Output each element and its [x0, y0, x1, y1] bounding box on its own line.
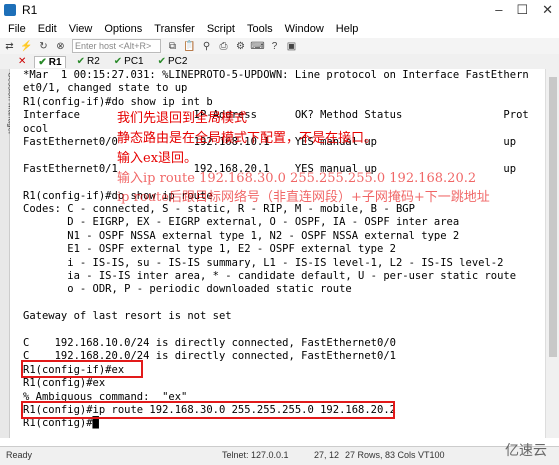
status-connection: Telnet: 127.0.0.1	[222, 450, 289, 460]
terminal-line: R1(config)#ex	[23, 377, 106, 390]
session-manager-panel[interactable]: Session Manager	[0, 69, 16, 438]
maximize-icon[interactable]: ☐	[516, 2, 528, 18]
menu-script[interactable]: Script	[207, 23, 235, 35]
terminal-line: N1 - OSPF NSSA external type 1, N2 - OSP…	[23, 229, 460, 242]
terminal-line: C 192.168.10.0/24 is directly connected,…	[23, 337, 396, 349]
settings-icon[interactable]: ⚙	[235, 41, 246, 52]
terminal-output[interactable]: *Mar 1 00:15:27.031: %LINEPROTO-5-UPDOWN…	[10, 69, 545, 438]
tab-r1[interactable]: ✔ R1	[34, 55, 66, 68]
toolbar: ⇄ ⚡ ↻ ⊗ Enter host <Alt+R> ⧉ 📋 ⚲ ⎙ ⚙ ⌨ ?…	[0, 38, 559, 55]
connect-icon[interactable]: ⇄	[4, 41, 15, 52]
copy-icon[interactable]: ⧉	[167, 41, 178, 52]
annotation-text: ip route后跟目标网络号（非直连网段）+子网掩码+下一跳地址	[117, 190, 490, 205]
terminal-line: o - ODR, P - periodic downloaded static …	[23, 283, 352, 296]
keymap-icon[interactable]: ⌨	[250, 41, 264, 52]
menu-bar: File Edit View Options Transfer Script T…	[0, 20, 559, 38]
close-icon[interactable]: ✕	[542, 2, 553, 18]
terminal-line: Gateway of last resort is not set	[23, 310, 232, 323]
menu-help[interactable]: Help	[336, 23, 359, 35]
scrollbar[interactable]	[545, 69, 559, 438]
reconnect-icon[interactable]: ↻	[38, 41, 49, 52]
disconnect-icon[interactable]: ⊗	[55, 41, 66, 52]
lightning-icon[interactable]: ⚡	[20, 41, 32, 52]
annotation-text: 我们先退回到全局模式	[117, 111, 248, 126]
menu-file[interactable]: File	[8, 23, 26, 35]
annotation-text: 静态路由是在全局模式下配置，不是在接口。	[117, 131, 378, 146]
title-bar: R1 – ☐ ✕	[0, 0, 559, 21]
connected-check-icon: ✔	[113, 56, 123, 67]
terminal-line: D - EIGRP, EX - EIGRP external, O - OSPF…	[23, 216, 460, 229]
terminal-line: i - IS-IS, su - IS-IS summary, L1 - IS-I…	[23, 256, 504, 269]
terminal-line: ocol	[23, 122, 49, 135]
status-terminal-type: VT100	[418, 450, 445, 460]
tab-label: PC2	[168, 56, 188, 67]
connected-check-icon: ✔	[157, 56, 166, 67]
menu-window[interactable]: Window	[285, 23, 324, 35]
terminal-line: et0/1, changed state to up	[23, 82, 188, 95]
find-icon[interactable]: ⚲	[201, 41, 212, 52]
connected-check-icon: ✔	[76, 56, 85, 67]
sftp-icon[interactable]: ▣	[286, 41, 297, 52]
paste-icon[interactable]: 📋	[183, 41, 195, 52]
terminal-line: Codes: C - connected, S - static, R - RI…	[23, 203, 415, 215]
terminal-line: R1(config)#█	[23, 417, 99, 430]
terminal-line: E1 - OSPF external type 1, E2 - OSPF ext…	[23, 243, 396, 256]
tab-r2[interactable]: ✔ R2	[74, 56, 103, 67]
menu-edit[interactable]: Edit	[38, 23, 57, 35]
status-ready: Ready	[6, 450, 33, 460]
status-cursor: 27, 12	[314, 450, 340, 460]
terminal-line: *Mar 1 00:15:27.031: %LINEPROTO-5-UPDOWN…	[23, 69, 529, 81]
tab-pc2[interactable]: ✔ PC2	[155, 56, 191, 67]
print-icon[interactable]: ⎙	[218, 41, 229, 52]
scrollbar-thumb[interactable]	[549, 77, 557, 357]
host-input[interactable]: Enter host <Alt+R>	[72, 39, 161, 53]
connected-check-icon: ✔	[38, 56, 47, 68]
annotation-text: 输入ip route 192.168.30.0 255.255.255.0 19…	[117, 171, 477, 186]
app-icon	[4, 4, 16, 16]
watermark-logo: 亿速云	[505, 443, 547, 459]
status-bar: Ready Telnet: 127.0.0.1 27, 12 27 Rows, …	[0, 446, 559, 465]
terminal-line: Interface IP-Address OK? Method Status P…	[23, 109, 529, 122]
tab-label: R2	[86, 56, 100, 67]
terminal-line: ia - IS-IS inter area, * - candidate def…	[23, 270, 517, 282]
status-size: 27 Rows, 83 Cols	[345, 450, 416, 460]
window-title: R1	[22, 3, 38, 17]
tab-label: R1	[48, 56, 62, 68]
menu-options[interactable]: Options	[104, 23, 142, 35]
session-tabs: ✕ ✔ R1 ✔ R2 ✔ PC1 ✔ PC2	[0, 54, 559, 70]
highlight-box	[21, 360, 143, 378]
tab-label: PC1	[124, 56, 144, 67]
menu-view[interactable]: View	[69, 23, 93, 35]
minimize-icon[interactable]: –	[495, 2, 502, 18]
tab-pc1[interactable]: ✔ PC1	[111, 56, 147, 67]
menu-transfer[interactable]: Transfer	[154, 23, 195, 35]
highlight-box	[21, 401, 395, 419]
help-icon[interactable]: ?	[269, 41, 280, 52]
close-tab-icon[interactable]: ✕	[18, 56, 26, 67]
annotation-text: 输入ex退回。	[117, 151, 198, 166]
menu-tools[interactable]: Tools	[247, 23, 273, 35]
